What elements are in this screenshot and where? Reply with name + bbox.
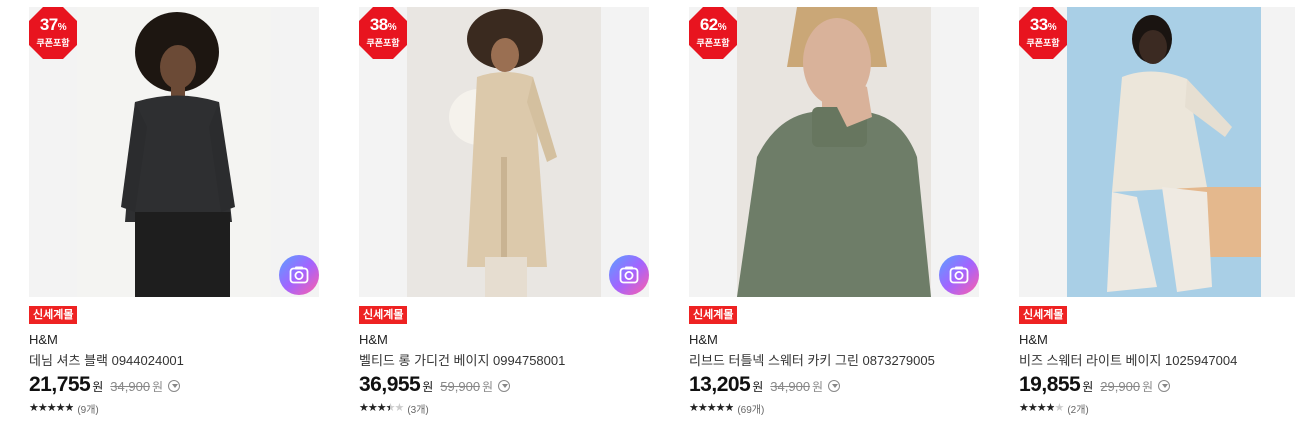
coupon-included-label: 쿠폰포함 xyxy=(696,38,730,48)
rating: ★★★★★★★★★★ (3개) xyxy=(359,401,429,417)
original-price: 34,900 xyxy=(770,379,811,394)
star-fill: ★★★★★ xyxy=(1019,403,1055,414)
brand-name[interactable]: H&M xyxy=(689,332,718,347)
original-price: 59,900 xyxy=(440,379,481,394)
info-dropdown-icon[interactable] xyxy=(828,380,841,392)
product-image-area[interactable]: 62% 쿠폰포함 xyxy=(689,7,979,297)
price-row: 19,855 원 29,900 원 xyxy=(1019,373,1171,397)
product-name[interactable]: 데님 셔츠 블랙 0944024001 xyxy=(29,350,184,369)
star-fill: ★★★★★ xyxy=(359,403,390,414)
star-icon: ★★★★★★★★★★ xyxy=(1019,402,1064,414)
brand-name[interactable]: H&M xyxy=(29,332,58,347)
review-count[interactable]: (9개) xyxy=(77,401,98,416)
original-price-unit: 원 xyxy=(152,380,164,394)
price-unit: 원 xyxy=(1082,380,1094,394)
product-photo[interactable] xyxy=(77,7,271,297)
product-name[interactable]: 리브드 터틀넥 스웨터 카키 그린 0873279005 xyxy=(689,350,935,369)
product-name[interactable]: 비즈 스웨터 라이트 베이지 1025947004 xyxy=(1019,350,1237,369)
product-photo[interactable] xyxy=(1067,7,1261,297)
info-dropdown-icon[interactable] xyxy=(168,380,181,392)
sale-price: 36,955 xyxy=(359,373,421,396)
original-price: 29,900 xyxy=(1100,379,1141,394)
info-dropdown-icon[interactable] xyxy=(1158,380,1171,392)
original-price-unit: 원 xyxy=(482,380,494,394)
discount-percent: 62% xyxy=(699,15,727,34)
product-card[interactable]: 33% 쿠폰포함 신세계몰 H&M 비즈 스웨터 라이트 베이지 1025947… xyxy=(1019,7,1295,427)
mall-tag: 신세계몰 xyxy=(1019,306,1068,324)
sale-price: 19,855 xyxy=(1019,373,1081,396)
price-row: 21,755 원 34,900 원 xyxy=(29,373,181,397)
sale-price: 21,755 xyxy=(29,373,91,396)
price-row: 13,205 원 34,900 원 xyxy=(689,373,841,397)
original-price-unit: 원 xyxy=(1142,380,1154,394)
product-photo[interactable] xyxy=(407,7,601,297)
brand-name[interactable]: H&M xyxy=(359,332,388,347)
star-fill: ★★★★★ xyxy=(689,403,734,414)
sale-price: 13,205 xyxy=(689,373,751,396)
discount-percent: 33% xyxy=(1029,15,1057,34)
product-card[interactable]: 62% 쿠폰포함 신세계몰 H&M 리브드 터틀넥 스웨터 카키 그린 0873… xyxy=(689,7,979,427)
rating: ★★★★★ ★★★★★ (69개) xyxy=(689,401,764,417)
coupon-included-label: 쿠폰포함 xyxy=(1026,38,1060,48)
mall-tag: 신세계몰 xyxy=(359,306,408,324)
coupon-included-label: 쿠폰포함 xyxy=(36,38,70,48)
review-count[interactable]: (3개) xyxy=(407,401,428,416)
product-image-area[interactable]: 38% 쿠폰포함 xyxy=(359,7,649,297)
camera-search-icon[interactable] xyxy=(279,255,319,295)
original-price-unit: 원 xyxy=(812,380,824,394)
discount-badge: 37% 쿠폰포함 xyxy=(29,7,77,59)
product-image-area[interactable]: 37% 쿠폰포함 xyxy=(29,7,319,297)
discount-badge: 33% 쿠폰포함 xyxy=(1019,7,1067,59)
product-name[interactable]: 벨티드 롱 가디건 베이지 0994758001 xyxy=(359,350,565,369)
product-card[interactable]: 37% 쿠폰포함 신세계몰 H&M 데님 셔츠 블랙 0944024001 21… xyxy=(29,7,319,427)
star-fill: ★★★★★ xyxy=(29,403,74,414)
star-icon: ★★★★★★★★★★ xyxy=(29,402,74,414)
product-photo[interactable] xyxy=(737,7,931,297)
coupon-included-label: 쿠폰포함 xyxy=(366,38,400,48)
discount-percent: 37% xyxy=(39,15,67,34)
price-unit: 원 xyxy=(92,380,104,394)
discount-badge: 38% 쿠폰포함 xyxy=(359,7,407,59)
brand-name[interactable]: H&M xyxy=(1019,332,1048,347)
product-image-area[interactable]: 33% 쿠폰포함 xyxy=(1019,7,1295,297)
star-icon: ★★★★★★★★★★ xyxy=(359,402,404,414)
info-dropdown-icon[interactable] xyxy=(498,380,511,392)
price-unit: 원 xyxy=(422,380,434,394)
camera-search-icon[interactable] xyxy=(609,255,649,295)
price-unit: 원 xyxy=(752,380,764,394)
review-count[interactable]: (2개) xyxy=(1067,401,1088,416)
discount-badge: 62% 쿠폰포함 xyxy=(689,7,737,59)
price-row: 36,955 원 59,900 원 xyxy=(359,373,511,397)
rating: ★★★★★★★★★★ (2개) xyxy=(1019,401,1089,417)
original-price: 34,900 xyxy=(110,379,151,394)
mall-tag: 신세계몰 xyxy=(29,306,78,324)
product-card[interactable]: 38% 쿠폰포함 신세계몰 H&M 벨티드 롱 가디건 베이지 09947580… xyxy=(359,7,649,427)
star-icon: ★★★★★★★★★★ xyxy=(689,402,734,414)
rating: ★★★★★ ★★★★★ (9개) xyxy=(29,401,99,417)
discount-percent: 38% xyxy=(369,15,397,34)
camera-search-icon[interactable] xyxy=(939,255,979,295)
mall-tag: 신세계몰 xyxy=(689,306,738,324)
review-count[interactable]: (69개) xyxy=(737,401,764,416)
